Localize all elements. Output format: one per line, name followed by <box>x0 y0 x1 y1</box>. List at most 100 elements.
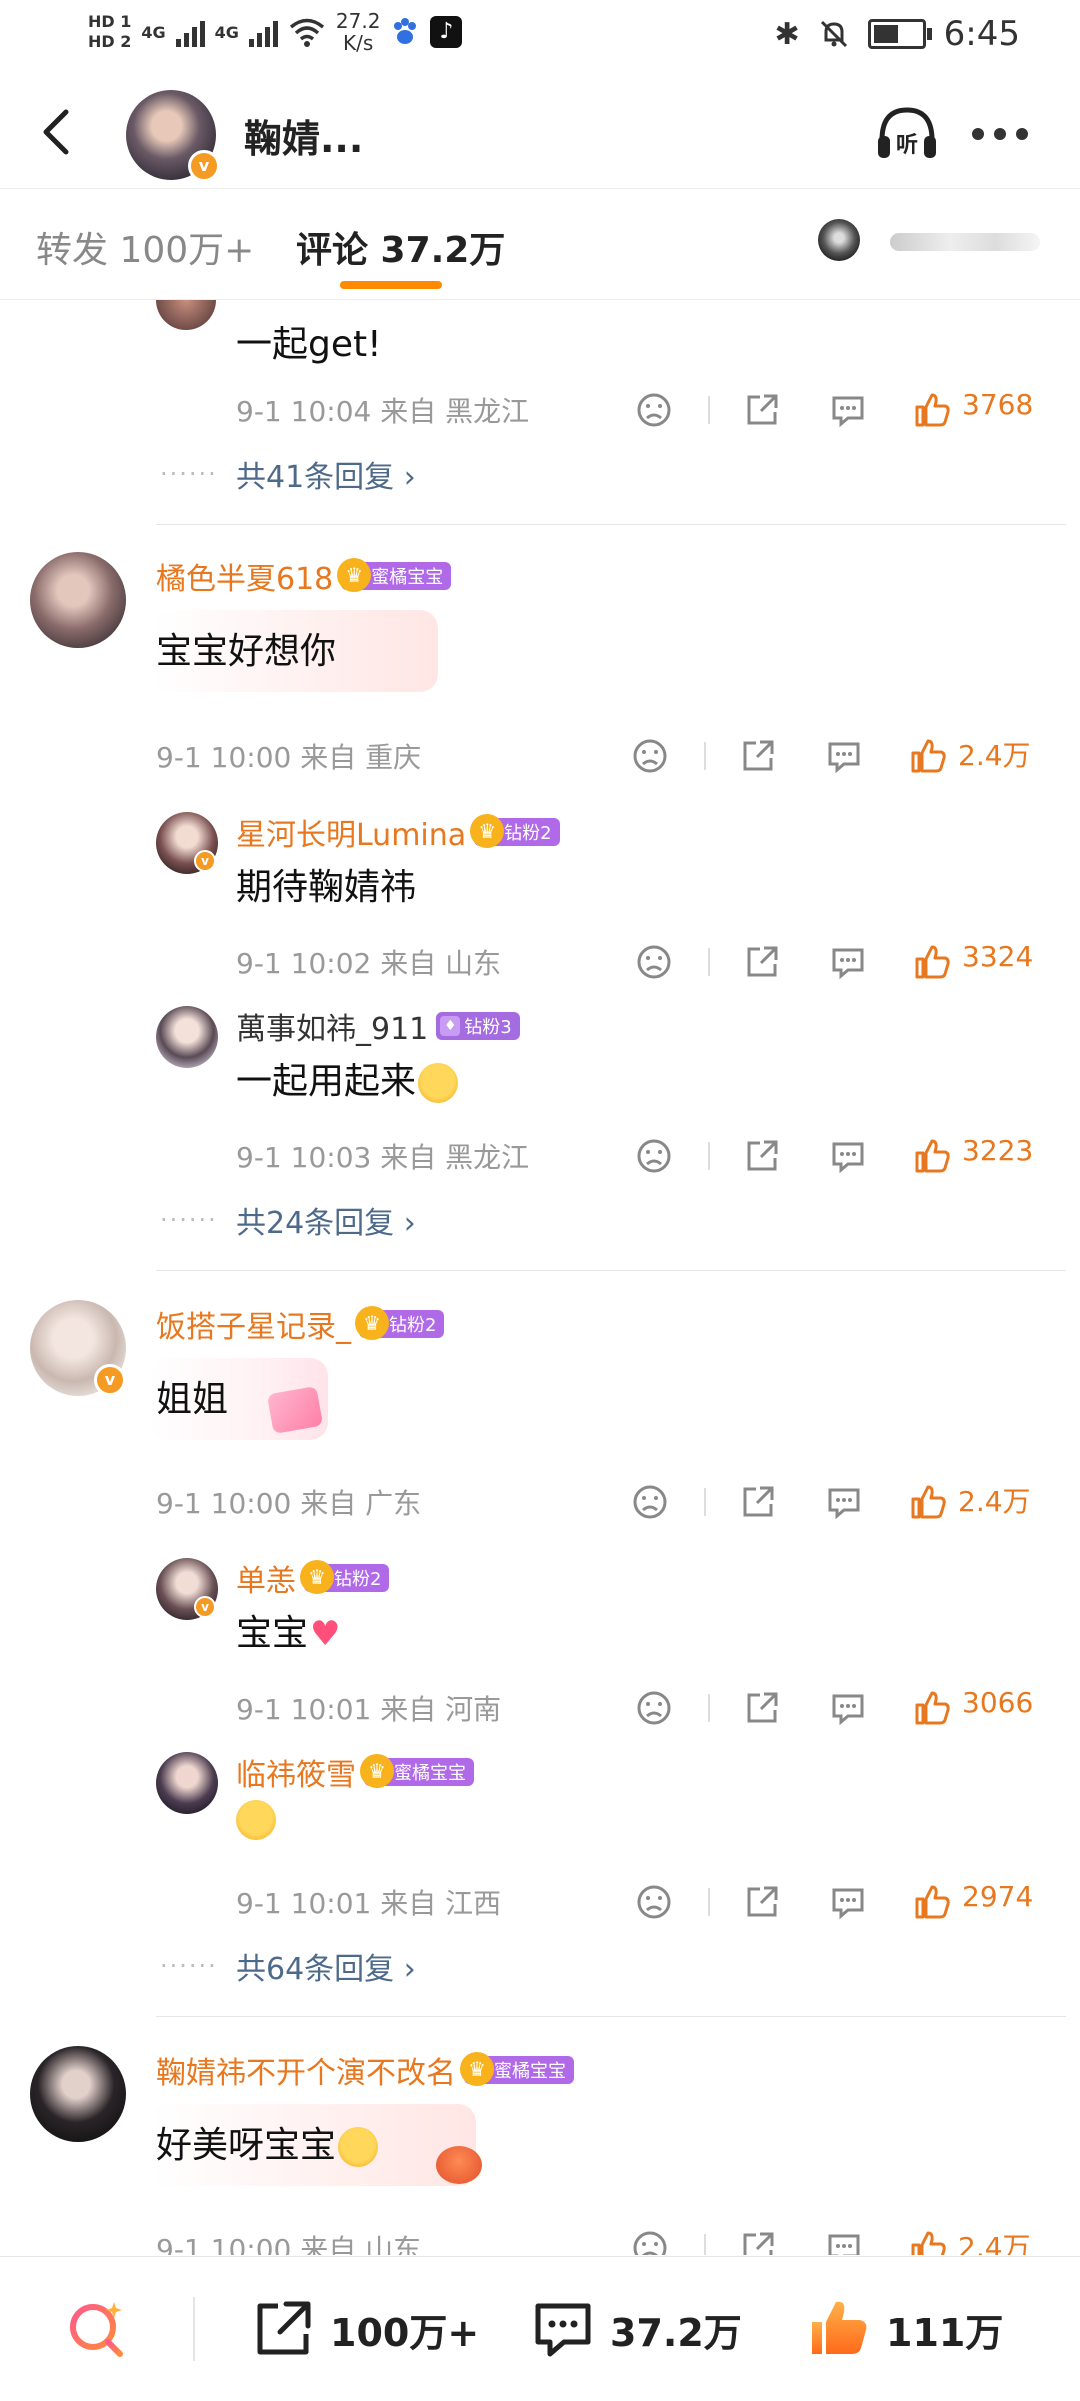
like-icon[interactable] <box>908 1482 948 1522</box>
comment-icon[interactable] <box>824 736 864 776</box>
status-bar: HD 1 HD 2 4G 4G 27.2 K/s ♪ ✱ 6:45 <box>0 0 1080 76</box>
share-icon[interactable] <box>742 1688 782 1728</box>
blush-emoji-icon <box>236 1800 276 1840</box>
crown-icon: ♛ <box>460 2052 494 2086</box>
verified-icon: v <box>94 1364 126 1396</box>
like-button[interactable]: 111万 <box>806 2257 1003 2401</box>
username: 鞠婧祎不开个演不改名 <box>156 2056 456 2091</box>
author-avatar[interactable]: v <box>126 90 220 182</box>
like-icon[interactable] <box>908 736 948 776</box>
action-separator <box>708 1888 710 1916</box>
like-count: 2.4万 <box>958 1485 1031 1518</box>
share-icon[interactable] <box>738 1482 778 1522</box>
more-replies-link[interactable]: 共24条回复 › <box>236 1198 416 1242</box>
comment-text-content: 好美呀宝宝 <box>156 2125 337 2166</box>
username: 临祎筱雪 <box>236 1758 356 1793</box>
commenter-avatar[interactable] <box>30 2046 126 2142</box>
username: 饭搭子星记录_ <box>156 1310 351 1345</box>
comment-icon[interactable] <box>828 1882 868 1922</box>
tiktok-icon: ♪ <box>430 16 463 48</box>
more-menu-button[interactable] <box>968 108 1032 152</box>
commenter-avatar[interactable]: v <box>30 1300 126 1396</box>
back-button[interactable] <box>30 104 86 160</box>
comment-icon[interactable] <box>824 1482 864 1522</box>
reply-name[interactable]: 临祎筱雪 ♛ 蜜橘宝宝 <box>236 1750 474 1794</box>
more-replies-link[interactable]: 共41条回复 › <box>236 452 416 496</box>
reply-avatar[interactable]: v <box>156 812 218 874</box>
reply-meta: 9-1 10:03 来自 黑龙江 <box>236 1136 529 1176</box>
mute-bell-icon <box>820 20 847 48</box>
fan-badge: ♛ 钻粉2 <box>470 814 560 848</box>
commenter-avatar[interactable] <box>156 300 216 330</box>
reply-meta: 9-1 10:01 来自 江西 <box>236 1882 501 1922</box>
more-replies-link[interactable]: 共64条回复 › <box>236 1944 416 1988</box>
username: 星河长明Lumina <box>236 818 467 853</box>
badge-label: 蜜橘宝宝 <box>394 1763 466 1784</box>
bluetooth-icon: ✱ <box>774 16 800 52</box>
like-count: 3324 <box>962 940 1034 973</box>
like-icon[interactable] <box>912 1882 952 1922</box>
like-icon[interactable] <box>912 942 952 982</box>
sad-face-icon[interactable] <box>630 1482 670 1522</box>
sad-face-icon[interactable] <box>634 942 674 982</box>
comment-list[interactable]: 一起get! 9-1 10:04 来自 黑龙江 3768 ······ 共41条… <box>0 300 1080 2255</box>
author-name[interactable]: 鞠婧... <box>244 108 363 163</box>
comment-icon[interactable] <box>824 2228 864 2255</box>
verified-icon: v <box>194 1596 216 1618</box>
search-button[interactable] <box>62 2257 132 2401</box>
share-icon[interactable] <box>742 1136 782 1176</box>
share-icon[interactable] <box>742 1882 782 1922</box>
tab-indicator <box>340 281 442 289</box>
reply-name[interactable]: 萬事如祎_911 ♦ 钻粉3 <box>236 1004 520 1048</box>
reply-actions: 3324 <box>634 940 1044 982</box>
like-icon[interactable] <box>912 1688 952 1728</box>
listen-button[interactable]: 听 <box>872 98 942 168</box>
tab-repost[interactable]: 转发 100万+ <box>36 221 254 273</box>
reply-dots: ······ <box>160 1952 218 1980</box>
commenter-name[interactable]: 橘色半夏618 ♛ 蜜橘宝宝 <box>156 554 452 598</box>
reply-location: 来自 河南 <box>380 1693 502 1726</box>
tab-comment[interactable]: 评论 37.2万 <box>296 221 505 273</box>
comment-meta: 9-1 10:04 来自 黑龙江 <box>236 390 529 430</box>
share-icon[interactable] <box>742 942 782 982</box>
sad-face-icon[interactable] <box>634 1688 674 1728</box>
comment-icon[interactable] <box>828 1688 868 1728</box>
blurred-username <box>890 233 1040 251</box>
comment-meta: 9-1 10:00 来自 山东 <box>156 2228 421 2255</box>
reply-name[interactable]: 星河长明Lumina ♛ 钻粉2 <box>236 810 560 854</box>
reply-avatar[interactable]: v <box>156 1558 218 1620</box>
sad-face-icon[interactable] <box>634 390 674 430</box>
like-icon[interactable] <box>912 390 952 430</box>
viewer-avatar[interactable] <box>818 219 860 261</box>
share-icon[interactable] <box>738 2228 778 2255</box>
like-icon[interactable] <box>912 1136 952 1176</box>
comment-text: 宝宝好想你 <box>156 631 337 672</box>
repost-button[interactable]: 100万+ <box>250 2257 479 2401</box>
verified-icon: v <box>194 850 216 872</box>
sad-face-icon[interactable] <box>630 736 670 776</box>
reply-avatar[interactable] <box>156 1752 218 1814</box>
commenter-name[interactable]: 饭搭子星记录_ ♛ 钻粉2 <box>156 1302 445 1346</box>
comment-icon[interactable] <box>828 390 868 430</box>
signal-icon-2 <box>248 17 278 47</box>
comment-icon[interactable] <box>828 942 868 982</box>
commenter-avatar[interactable] <box>30 552 126 648</box>
comment-button[interactable]: 37.2万 <box>530 2257 742 2401</box>
reply-actions: 3223 <box>634 1134 1044 1176</box>
sad-face-icon[interactable] <box>630 2228 670 2255</box>
reply-time: 9-1 10:01 <box>236 1693 372 1726</box>
comment-text: 一起get! <box>236 324 382 365</box>
share-icon[interactable] <box>738 736 778 776</box>
comment-divider <box>156 2016 1066 2017</box>
sad-face-icon[interactable] <box>634 1882 674 1922</box>
reply-name[interactable]: 单恙 ♛ 钻粉2 <box>236 1556 390 1600</box>
share-icon[interactable] <box>742 390 782 430</box>
commenter-name[interactable]: 鞠婧祎不开个演不改名 ♛ 蜜橘宝宝 <box>156 2048 574 2092</box>
like-count: 111万 <box>886 2310 1004 2355</box>
like-icon[interactable] <box>908 2228 948 2255</box>
comment-icon[interactable] <box>828 1136 868 1176</box>
wifi-icon <box>289 18 325 47</box>
reply-text-content: 一起用起来 <box>236 1061 417 1102</box>
sad-face-icon[interactable] <box>634 1136 674 1176</box>
reply-avatar[interactable] <box>156 1006 218 1068</box>
